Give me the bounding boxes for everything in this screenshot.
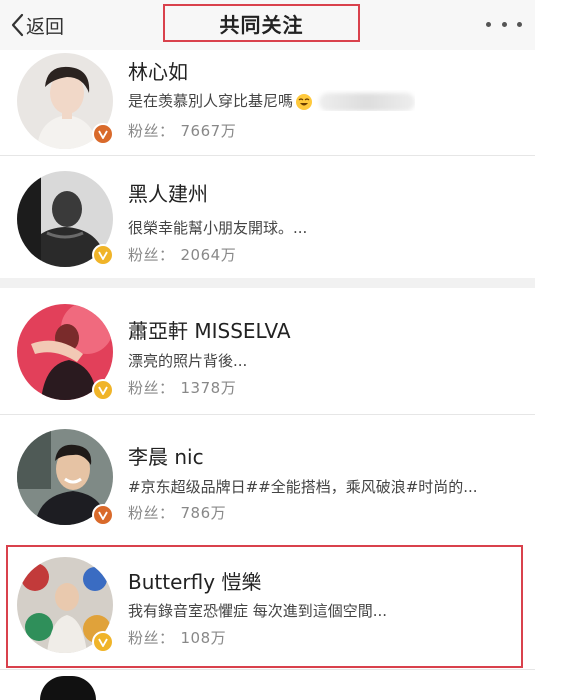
- fans-count: 108万: [180, 629, 227, 647]
- fans-count: 7667万: [180, 122, 237, 140]
- page-margin: [535, 0, 563, 687]
- page-title: 共同关注: [219, 12, 304, 37]
- fans-label: 粉丝：: [128, 246, 175, 264]
- verified-badge-icon: [92, 244, 114, 266]
- section-divider: [0, 278, 535, 288]
- fans-label: 粉丝：: [128, 379, 175, 397]
- user-name: 林心如: [128, 60, 188, 84]
- fans-count: 1378万: [180, 379, 237, 397]
- user-name: 李晨 nic: [128, 445, 204, 469]
- list-item[interactable]: 林心如 是在羡慕別人穿比基尼嗎 粉丝： 7667万: [0, 50, 535, 156]
- verified-badge-icon: [92, 379, 114, 401]
- user-name: 黑人建州: [128, 182, 208, 206]
- user-name: 蕭亞軒 MISSELVA: [128, 319, 291, 343]
- back-button[interactable]: 返回: [10, 10, 64, 40]
- page-title-box: 共同关注: [163, 4, 360, 42]
- fans-count-row: 粉丝： 786万: [128, 502, 226, 523]
- laughing-emoji-icon: [296, 93, 313, 110]
- fans-label: 粉丝：: [128, 629, 175, 647]
- dot: [486, 21, 491, 27]
- dot: [501, 21, 507, 27]
- verified-badge-icon: [92, 504, 114, 526]
- fans-count-row: 粉丝： 108万: [128, 627, 226, 648]
- list-item[interactable]: Butterfly 愷樂 我有錄音室恐懼症 每次進到這個空間... 粉丝： 108…: [0, 542, 535, 670]
- user-desc: 我有錄音室恐懼症 每次進到這個空間...: [128, 602, 388, 620]
- user-desc: 很榮幸能幫小朋友開球。...: [128, 219, 308, 237]
- nav-bar: 返回 共同关注: [0, 0, 535, 51]
- verified-badge-icon: [92, 631, 114, 653]
- fans-count: 2064万: [180, 246, 237, 264]
- fans-count-row: 粉丝： 1378万: [128, 377, 236, 398]
- user-desc-row: 是在羡慕別人穿比基尼嗎: [128, 90, 416, 111]
- user-desc: 是在羡慕別人穿比基尼嗎: [128, 92, 294, 110]
- fans-count-row: 粉丝： 7667万: [128, 120, 236, 141]
- fans-count-row: 粉丝： 2064万: [128, 244, 236, 265]
- verified-badge-icon: [92, 123, 114, 145]
- blurred-text: [319, 92, 416, 111]
- back-label: 返回: [26, 15, 65, 38]
- user-desc: #京东超级品牌日##全能搭档，乘风破浪#时尚的...: [128, 478, 478, 496]
- list-item[interactable]: 黑人建州 很榮幸能幫小朋友開球。... 粉丝： 2064万: [0, 156, 535, 278]
- user-desc: 漂亮的照片背後...: [128, 352, 248, 370]
- chevron-left-icon: [11, 13, 24, 37]
- avatar-partial[interactable]: [40, 676, 96, 700]
- dot: [517, 21, 522, 27]
- list-item[interactable]: 李晨 nic #京东超级品牌日##全能搭档，乘风破浪#时尚的... 粉丝： 786…: [0, 415, 535, 542]
- list-item[interactable]: 蕭亞軒 MISSELVA 漂亮的照片背後... 粉丝： 1378万: [0, 288, 535, 415]
- fans-label: 粉丝：: [128, 504, 175, 522]
- fans-label: 粉丝：: [128, 122, 175, 140]
- fans-count: 786万: [180, 504, 227, 522]
- more-options-icon[interactable]: [486, 14, 522, 34]
- user-name: Butterfly 愷樂: [128, 570, 262, 594]
